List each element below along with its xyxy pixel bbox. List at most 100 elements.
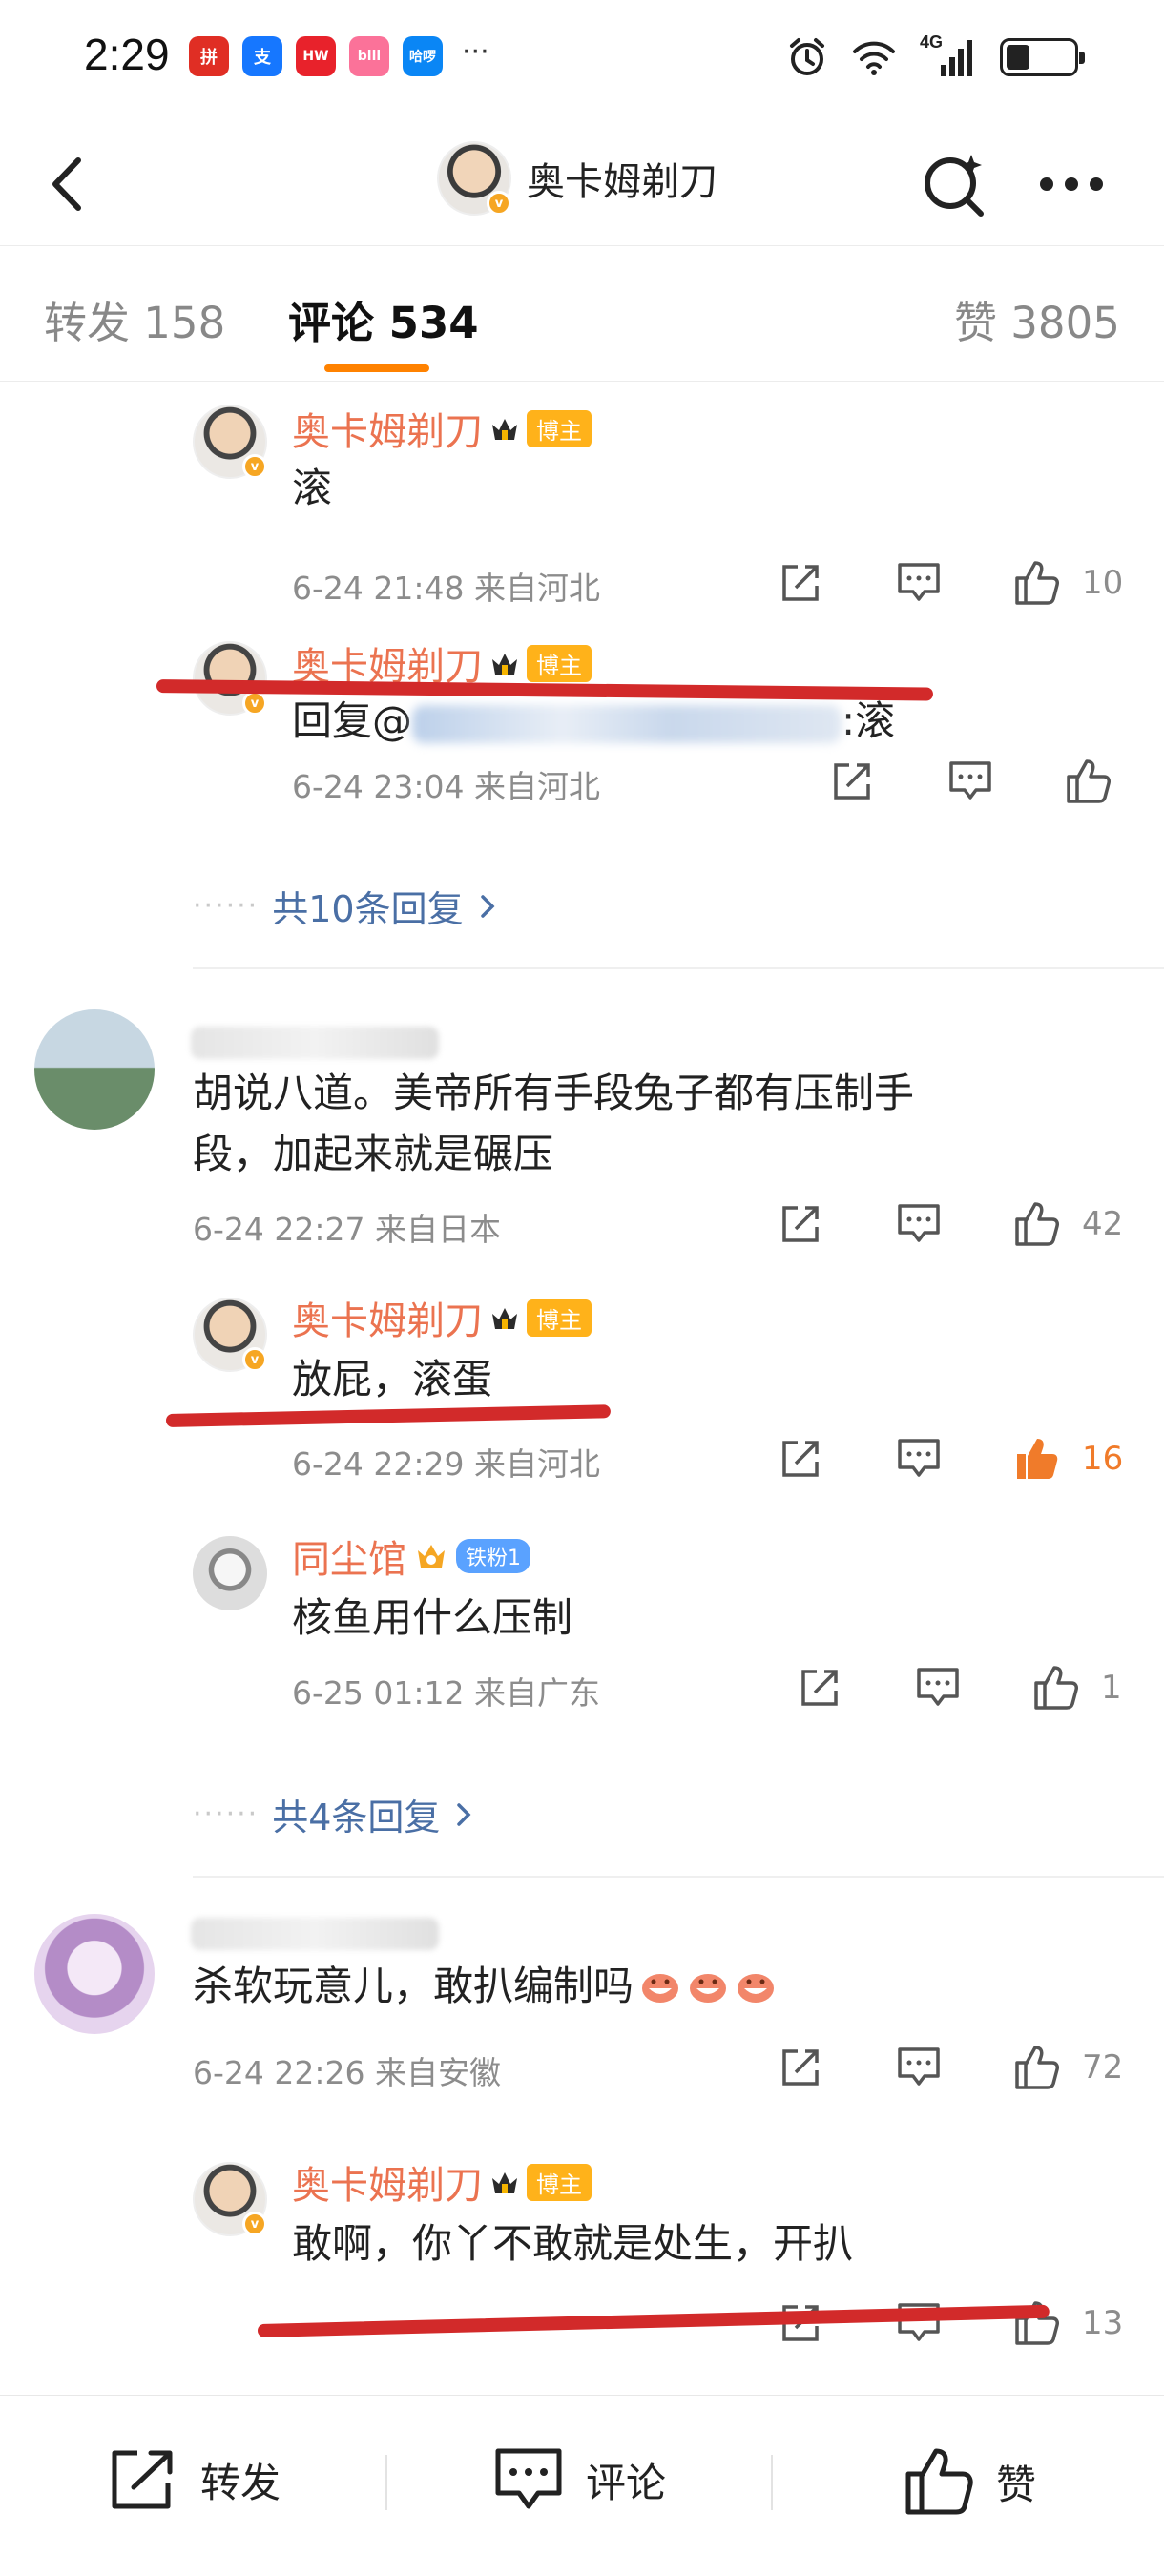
comment-actions: 16 bbox=[775, 1433, 1123, 1485]
thumbs-up-icon bbox=[1015, 2046, 1059, 2089]
reply-item: v 奥卡姆剃刀 博主 敢啊，你丫不敢就是处生，开扒 13 bbox=[0, 2162, 1164, 2391]
verified-badge-icon: v bbox=[487, 191, 511, 216]
nav-author[interactable]: v 奥卡姆剃刀 bbox=[437, 141, 717, 216]
search-button[interactable] bbox=[918, 149, 990, 221]
comment-actions: 10 bbox=[775, 557, 1123, 609]
host-badge: 博主 bbox=[527, 1298, 592, 1337]
username[interactable]: 奥卡姆剃刀 博主 bbox=[292, 1290, 592, 1345]
share-button[interactable] bbox=[775, 1433, 826, 1485]
tab-like[interactable]: 赞 3805 bbox=[954, 288, 1120, 350]
view-more-replies[interactable]: ······ 共4条回复 bbox=[193, 1788, 474, 1840]
comment-text: 滚 bbox=[292, 465, 333, 511]
back-button[interactable] bbox=[36, 151, 103, 218]
reply-button[interactable] bbox=[893, 557, 945, 609]
nav-bar: v 奥卡姆剃刀 bbox=[0, 122, 1164, 246]
more-options-button[interactable] bbox=[1040, 170, 1116, 198]
comment-text-line: 胡说八道。美帝所有手段兔子都有压制手 bbox=[193, 1070, 915, 1116]
avatar[interactable]: v bbox=[193, 1298, 267, 1372]
active-tab-indicator bbox=[324, 364, 429, 372]
like-button[interactable] bbox=[1011, 557, 1063, 609]
like-button[interactable] bbox=[1063, 756, 1114, 807]
thumbs-up-icon bbox=[905, 2448, 973, 2515]
tab-bar: 转发 158 评论 534 赞 3805 bbox=[0, 246, 1164, 382]
chevron-left-icon bbox=[52, 157, 81, 211]
like-count: 16 bbox=[1082, 1440, 1124, 1478]
tab-repost[interactable]: 转发 158 bbox=[44, 288, 225, 350]
like-button[interactable]: 赞 bbox=[903, 2445, 1036, 2518]
share-button[interactable] bbox=[826, 756, 878, 807]
username[interactable]: 奥卡姆剃刀 博主 bbox=[292, 2154, 592, 2210]
thumbs-up-filled-icon bbox=[1017, 1439, 1058, 1479]
comment-button[interactable]: 评论 bbox=[492, 2445, 666, 2514]
verified-badge-icon: v bbox=[242, 2212, 267, 2236]
avatar[interactable] bbox=[34, 1914, 155, 2034]
status-time: 2:29 bbox=[84, 30, 170, 79]
like-count: 13 bbox=[1082, 2304, 1124, 2342]
comment-meta: 6-24 22:29 来自河北 bbox=[292, 1445, 600, 1483]
avatar[interactable]: v bbox=[193, 2162, 267, 2236]
like-button-active[interactable] bbox=[1011, 1433, 1063, 1485]
share-button[interactable] bbox=[775, 1198, 826, 1250]
comment-meta: 6-24 22:27 来自日本 bbox=[193, 1211, 501, 1248]
username-text: 奥卡姆剃刀 bbox=[292, 1299, 483, 1343]
host-badge: 博主 bbox=[527, 409, 592, 447]
like-button[interactable] bbox=[1030, 1662, 1082, 1714]
like-label: 赞 bbox=[996, 2461, 1037, 2508]
comment-text: 放屁，滚蛋 bbox=[292, 1356, 493, 1402]
share-icon bbox=[782, 1206, 819, 1242]
comment-icon bbox=[898, 563, 940, 601]
comment-text-line: 段，加起来就是碾压 bbox=[193, 1131, 554, 1177]
comment-actions: 1 bbox=[794, 1662, 1122, 1714]
comment-icon bbox=[917, 1668, 959, 1706]
chevron-right-icon bbox=[457, 1802, 471, 1826]
author-avatar[interactable]: v bbox=[437, 141, 511, 216]
reply-button[interactable] bbox=[893, 2042, 945, 2093]
repost-button[interactable]: 转发 bbox=[107, 2445, 281, 2514]
share-button[interactable] bbox=[775, 2042, 826, 2093]
share-icon bbox=[782, 1441, 819, 1477]
view-more-replies[interactable]: ······ 共10条回复 bbox=[193, 880, 498, 932]
avatar[interactable] bbox=[193, 1536, 267, 1610]
share-button[interactable] bbox=[794, 1662, 845, 1714]
like-button[interactable] bbox=[1011, 1198, 1063, 1250]
status-app-icons: 拼 支 HW bili 哈啰 ··· bbox=[189, 34, 489, 76]
reply-button[interactable] bbox=[893, 1198, 945, 1250]
dot-icon bbox=[1065, 177, 1078, 191]
username[interactable]: 奥卡姆剃刀 博主 bbox=[292, 401, 592, 456]
comment-list: v 奥卡姆剃刀 博主 滚 6-24 21:48 来自河北 10 v 奥卡姆剃刀 … bbox=[0, 382, 1164, 2395]
avatar[interactable] bbox=[34, 1009, 155, 1130]
more-notifications-icon: ··· bbox=[462, 34, 489, 69]
reply-button[interactable] bbox=[912, 1662, 964, 1714]
redacted-username bbox=[191, 1918, 439, 1950]
alipay-app-icon: 支 bbox=[242, 36, 282, 76]
redacted-username bbox=[191, 1027, 439, 1059]
reply-button[interactable] bbox=[893, 1433, 945, 1485]
pinduoduo-app-icon: 拼 bbox=[189, 36, 229, 76]
host-badge: 博主 bbox=[527, 644, 592, 682]
share-icon bbox=[112, 2450, 173, 2509]
share-button[interactable] bbox=[775, 557, 826, 609]
comment-icon bbox=[898, 1439, 940, 1477]
comment-icon bbox=[495, 2448, 562, 2509]
reply-prefix: 回复@ bbox=[292, 697, 413, 744]
comment-text: 敢啊，你丫不敢就是处生，开扒 bbox=[292, 2220, 854, 2267]
avatar[interactable]: v bbox=[193, 405, 267, 479]
dots-icon: ······ bbox=[193, 889, 260, 923]
share-icon bbox=[801, 1670, 838, 1706]
username[interactable]: 同尘馆 铁粉1 bbox=[292, 1528, 530, 1584]
comment-meta: 6-24 21:48 来自河北 bbox=[292, 570, 600, 607]
reply-button[interactable] bbox=[945, 756, 996, 807]
comment-item: 胡说八道。美帝所有手段兔子都有压制手 段，加起来就是碾压 6-24 22:27 … bbox=[0, 967, 1164, 1248]
comment-text: 杀软玩意儿，敢扒编制吗 bbox=[193, 1956, 777, 2017]
comment-text: 回复@:滚 bbox=[292, 691, 903, 752]
crown-icon bbox=[492, 654, 517, 675]
like-count: 42 bbox=[1082, 1205, 1124, 1243]
avatar[interactable]: v bbox=[193, 641, 267, 716]
tab-comment[interactable]: 评论 534 bbox=[288, 288, 479, 350]
like-button[interactable] bbox=[1011, 2042, 1063, 2093]
wifi-icon bbox=[853, 41, 895, 75]
hellobike-app-icon: 哈啰 bbox=[403, 36, 443, 76]
battery-icon bbox=[1000, 38, 1085, 76]
reply-item: v 奥卡姆剃刀 博主 滚 6-24 21:48 来自河北 10 bbox=[0, 382, 1164, 620]
reply-button[interactable] bbox=[893, 2297, 945, 2349]
